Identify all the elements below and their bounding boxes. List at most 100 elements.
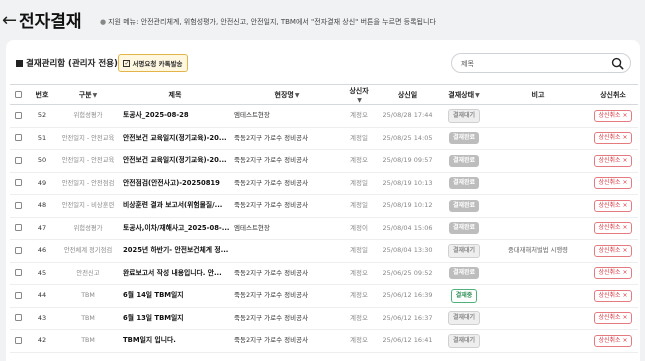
row-subject[interactable]: 안전보건 교육일지(정기교육)-20... [119, 127, 231, 150]
close-icon: × [622, 224, 628, 232]
row-select-cell [10, 262, 27, 285]
row-site: 죽동2지구 가로수 정비공사 [231, 307, 343, 330]
row-date: 25/08/25 14:05 [375, 127, 440, 150]
search-box [451, 53, 631, 73]
col-status[interactable]: 결재상태▼ [440, 84, 488, 105]
row-note [488, 194, 588, 218]
row-select-cell [10, 104, 27, 128]
row-status-cell: 결재완료 [440, 262, 488, 285]
row-category: 위험성평가 [57, 104, 119, 128]
row-checkbox[interactable] [15, 156, 22, 164]
row-site: 엠테스트현장 [231, 217, 343, 240]
row-no: 46 [27, 239, 57, 263]
row-checkbox[interactable] [15, 291, 22, 299]
approval-panel: 결재관리함 (관리자 전용) ✓ 서명요청 카톡발송 번호 구분▼ 제목 현장명… [6, 40, 640, 361]
row-subject[interactable]: 토공사_2025-08-28 [119, 104, 231, 128]
col-submitter-label: 상신자 [349, 86, 369, 95]
row-subject[interactable]: 6월 14일 TBM일지 [119, 284, 231, 308]
row-note [488, 262, 588, 285]
cancel-submit-label: 상신취소 [598, 179, 621, 187]
row-no: 43 [27, 307, 57, 330]
table-row[interactable]: 45 안전신고 완료보고서 작성 내용입니다. 안... 죽동2지구 가로수 정비공사… [10, 262, 638, 285]
row-checkbox[interactable] [15, 134, 22, 142]
cancel-submit-button[interactable]: 상신취소 × [594, 267, 632, 280]
row-cancel-cell: 상신취소 × [588, 104, 638, 128]
row-category: TBM [57, 329, 119, 353]
table-row[interactable]: 46 안전체계 정기점검 2025년 하반기- 안전보건체계 정... 계정일 25/0… [10, 239, 638, 263]
notice-text: ● 지원 메뉴: 안전관리체계, 위험성평가, 안전신고, 안전일지, TBM에서… [100, 17, 436, 27]
cancel-submit-label: 상신취소 [598, 336, 621, 344]
row-subject[interactable]: 안전점검(안전사고)-20250819 [119, 172, 231, 195]
cancel-submit-button[interactable]: 상신취소 × [594, 199, 632, 212]
row-site: 죽동2지구 가로수 정비공사 [231, 262, 343, 285]
row-no: 45 [27, 262, 57, 285]
square-bullet-icon [16, 59, 23, 67]
row-checkbox[interactable] [15, 224, 22, 232]
row-subject[interactable]: 6월 13일 TBM일지 [119, 307, 231, 330]
table-row[interactable]: 44 TBM 6월 14일 TBM일지 죽동2지구 가로수 정비공사 계정오 25/06/… [10, 284, 638, 308]
row-select-cell [10, 149, 27, 173]
row-subject[interactable]: 2025년 하반기- 안전보건체계 정... [119, 239, 231, 263]
table-row[interactable]: 49 안전일지 - 안전점검 안전점검(안전사고)-20250819 죽동2지구 가로… [10, 172, 638, 195]
row-no: 44 [27, 284, 57, 308]
cancel-submit-button[interactable]: 상신취소 × [594, 177, 632, 190]
row-subject[interactable]: 완료보고서 작성 내용입니다. 안... [119, 262, 231, 285]
table-row[interactable]: 50 안전일지 - 안전교육 안전보건 교육일지(정기교육)-20... 죽동2지구 … [10, 149, 638, 173]
row-status-cell: 결재완료 [440, 149, 488, 173]
cancel-submit-button[interactable]: 상신취소 × [594, 132, 632, 145]
row-cancel-cell: 상신취소 × [588, 284, 638, 308]
row-checkbox[interactable] [15, 314, 22, 322]
row-note [488, 217, 588, 240]
row-checkbox[interactable] [15, 336, 22, 344]
table-row[interactable]: 48 안전일지 - 비상훈련 비상훈련 결과 보고서(위험물질/... 죽동2지구 가… [10, 194, 638, 218]
row-status-cell: 결재완료 [440, 194, 488, 218]
row-cancel-cell: 상신취소 × [588, 329, 638, 353]
row-subject[interactable]: TBM일지 입니다. [119, 329, 231, 353]
cancel-submit-button[interactable]: 상신취소 × [594, 312, 632, 325]
select-all-checkbox[interactable] [15, 91, 22, 98]
sign-request-button[interactable]: ✓ 서명요청 카톡발송 [118, 54, 188, 72]
table-row[interactable]: 42 TBM TBM일지 입니다. 죽동2지구 가로수 정비공사 계정오 25/06/12… [10, 329, 638, 353]
table-row[interactable]: 43 TBM 6월 13일 TBM일지 죽동2지구 가로수 정비공사 계정오 25/06/… [10, 307, 638, 330]
row-checkbox[interactable] [15, 179, 22, 187]
col-no: 번호 [27, 84, 57, 105]
cancel-submit-button[interactable]: 상신취소 × [594, 289, 632, 302]
col-site[interactable]: 현장명▼ [231, 84, 343, 105]
cancel-submit-button[interactable]: 상신취소 × [594, 222, 632, 235]
table-row[interactable]: 52 위험성평가 토공사_2025-08-28 엠테스트현장 계정오 25/08/28 1… [10, 104, 638, 128]
close-icon: × [622, 134, 628, 142]
row-date: 25/08/19 09:57 [375, 149, 440, 173]
row-status-cell: 결재대기 [440, 239, 488, 263]
col-category[interactable]: 구분▼ [57, 84, 119, 105]
cancel-submit-button[interactable]: 상신취소 × [594, 109, 632, 122]
row-checkbox[interactable] [15, 111, 22, 119]
cancel-submit-button[interactable]: 상신취소 × [594, 154, 632, 167]
col-category-label: 구분 [78, 90, 92, 99]
row-checkbox[interactable] [15, 246, 22, 254]
cancel-submit-button[interactable]: 상신취소 × [594, 244, 632, 257]
row-site: 죽동2지구 가로수 정비공사 [231, 329, 343, 353]
cancel-submit-button[interactable]: 상신취소 × [594, 334, 632, 347]
row-subject[interactable]: 비상훈련 결과 보고서(위험물질/... [119, 194, 231, 218]
row-submitter: 계정일 [343, 127, 375, 150]
status-badge: 결재대기 [447, 108, 481, 123]
col-submitter[interactable]: 상신자 ▼ [343, 84, 375, 105]
col-cancel: 상신취소 [588, 84, 638, 105]
row-subject[interactable]: 토공사,이차/재해사고_2025-08-... [119, 217, 231, 240]
checkbox-icon: ✓ [123, 59, 131, 67]
row-cancel-cell: 상신취소 × [588, 127, 638, 150]
table-row[interactable]: 47 위험성평가 토공사,이차/재해사고_2025-08-... 엠테스트현장 계정이 2… [10, 217, 638, 240]
row-checkbox[interactable] [15, 269, 22, 277]
row-note [488, 149, 588, 173]
row-site: 죽동2지구 가로수 정비공사 [231, 127, 343, 150]
row-cancel-cell: 상신취소 × [588, 262, 638, 285]
page-title: 전자결재 [19, 12, 82, 32]
row-category: 위험성평가 [57, 217, 119, 240]
row-subject[interactable]: 안전보건 교육일지(정기교육)-20... [119, 149, 231, 173]
row-checkbox[interactable] [15, 201, 22, 209]
table-row[interactable]: 51 안전일지 - 안전교육 안전보건 교육일지(정기교육)-20... 죽동2지구 … [10, 127, 638, 150]
search-input[interactable] [461, 57, 601, 70]
section-title: 결재관리함 (관리자 전용) [16, 59, 118, 70]
arrow-left-icon[interactable]: ← [2, 12, 17, 30]
search-icon[interactable] [611, 57, 624, 70]
